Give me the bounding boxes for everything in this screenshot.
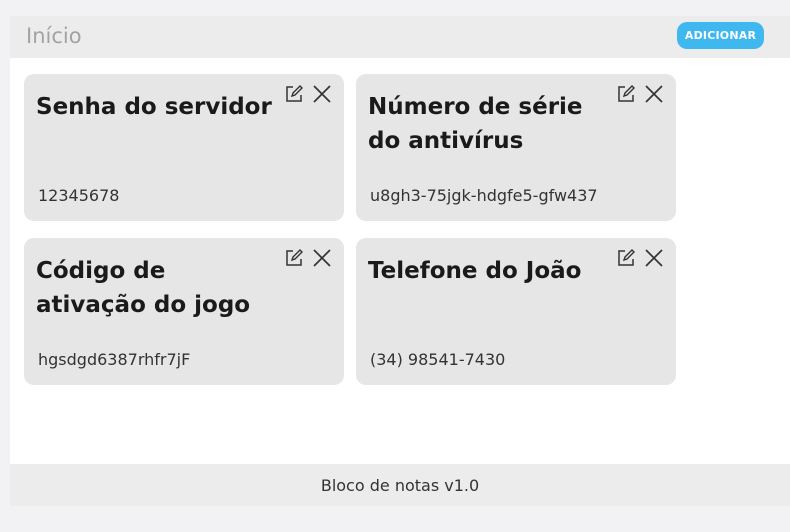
edit-icon[interactable] xyxy=(614,246,638,270)
note-value: u8gh3-75jgk-hdgfe5-gfw437 xyxy=(370,186,598,205)
note-card: Número de série do antivírus u8gh3-75jgk… xyxy=(356,74,676,221)
add-note-button[interactable]: ADICIONAR xyxy=(677,22,764,49)
page-title: Início xyxy=(26,24,82,48)
note-value: (34) 98541-7430 xyxy=(370,350,506,369)
note-actions xyxy=(614,82,666,106)
note-title: Número de série do antivírus xyxy=(368,94,583,154)
footer-version: Bloco de notas v1.0 xyxy=(320,475,480,495)
note-value: 12345678 xyxy=(38,186,120,205)
notes-app: Início ADICIONAR Senha do servidor 12345… xyxy=(10,16,790,506)
close-icon[interactable] xyxy=(642,82,666,106)
edit-icon[interactable] xyxy=(282,246,306,270)
note-title: Telefone do João xyxy=(368,258,582,284)
note-actions xyxy=(282,82,334,106)
note-actions xyxy=(614,246,666,270)
notes-grid: Senha do servidor 12345678 Número de sér… xyxy=(10,58,790,464)
footer-bar: Bloco de notas v1.0 xyxy=(10,464,790,506)
close-icon[interactable] xyxy=(310,82,334,106)
note-actions xyxy=(282,246,334,270)
edit-icon[interactable] xyxy=(614,82,638,106)
close-icon[interactable] xyxy=(642,246,666,270)
close-icon[interactable] xyxy=(310,246,334,270)
note-value: hgsdgd6387rhfr7jF xyxy=(38,350,191,369)
note-title: Senha do servidor xyxy=(36,94,272,120)
note-card: Senha do servidor 12345678 xyxy=(24,74,344,221)
note-card: Código de ativação do jogo hgsdgd6387rhf… xyxy=(24,238,344,385)
note-title: Código de ativação do jogo xyxy=(36,258,251,318)
header-bar: Início ADICIONAR xyxy=(10,16,790,58)
note-card: Telefone do João (34) 98541-7430 xyxy=(356,238,676,385)
edit-icon[interactable] xyxy=(282,82,306,106)
